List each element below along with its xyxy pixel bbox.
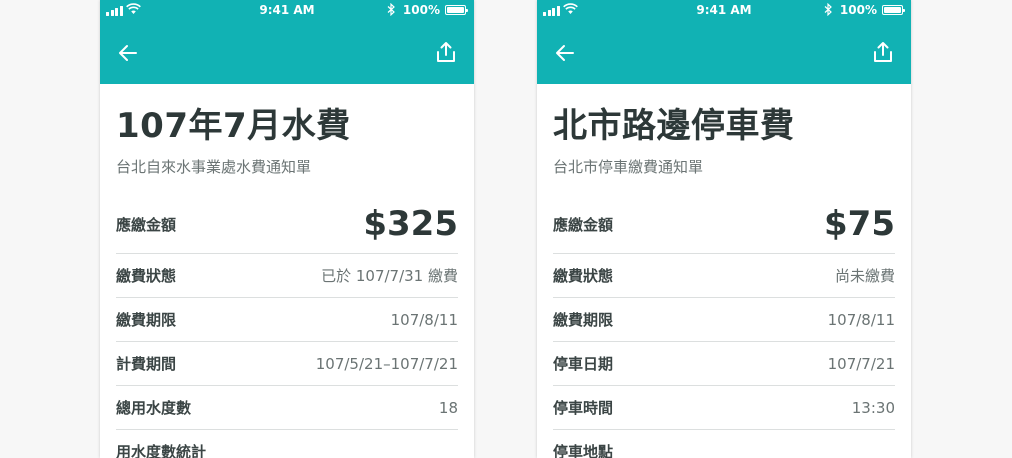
back-button[interactable]	[553, 41, 577, 65]
detail-label: 停車日期	[553, 355, 614, 373]
detail-label: 總用水度數	[116, 399, 192, 417]
detail-row-usage-statistics[interactable]: 用水度數統計	[116, 430, 458, 458]
share-button[interactable]	[434, 40, 458, 64]
battery-percentage: 100%	[402, 3, 440, 17]
detail-row-parking-time: 停車時間 13:30	[553, 386, 895, 430]
detail-value: 107/8/11	[827, 310, 895, 329]
detail-row-parking-location: 停車地點	[553, 430, 895, 458]
bill-detail: 107年7月水費 台北自來水事業處水費通知單 應繳金額 $325 繳費狀態 已於…	[100, 84, 474, 458]
app-bar: 9:41 AM 100%	[100, 0, 474, 84]
page-subtitle: 台北自來水事業處水費通知單	[116, 158, 312, 176]
detail-row-total-usage: 總用水度數 18	[116, 386, 458, 430]
detail-value: 107/8/11	[390, 310, 458, 329]
arrow-left-icon	[556, 45, 574, 61]
detail-label: 繳費狀態	[116, 267, 177, 285]
status-bar: 9:41 AM 100%	[100, 0, 474, 22]
amount-due-label: 應繳金額	[116, 215, 177, 234]
detail-label: 停車時間	[553, 399, 614, 417]
phone-screen-parking-bill: 9:41 AM 100% 北市路邊停車費 台北市停車繳費通知單 應繳金額 $75…	[537, 0, 911, 458]
share-button[interactable]	[871, 40, 895, 64]
bluetooth-icon	[387, 3, 395, 16]
detail-label: 繳費狀態	[553, 267, 614, 285]
app-bar: 9:41 AM 100%	[537, 0, 911, 84]
share-icon	[437, 42, 455, 62]
page-title: 107年7月水費	[116, 106, 351, 146]
amount-due-row: 應繳金額 $75	[553, 195, 895, 254]
detail-row-payment-status: 繳費狀態 已於 107/7/31 繳費	[116, 254, 458, 298]
detail-label: 繳費期限	[116, 311, 177, 329]
amount-due-value: $325	[363, 204, 458, 244]
detail-value: 107/5/21–107/7/21	[315, 354, 458, 373]
detail-value: 18	[438, 398, 458, 417]
phone-screen-water-bill: 9:41 AM 100% 107年7月水費 台北自來水事業處水費通知單 應繳金額…	[100, 0, 474, 458]
detail-row-billing-period: 計費期間 107/5/21–107/7/21	[116, 342, 458, 386]
bluetooth-icon	[824, 3, 832, 16]
page-subtitle: 台北市停車繳費通知單	[553, 158, 704, 176]
detail-row-due-date: 繳費期限 107/8/11	[116, 298, 458, 342]
detail-value: 已於 107/7/31 繳費	[321, 267, 458, 285]
detail-label: 計費期間	[116, 355, 177, 373]
battery-icon	[445, 5, 468, 15]
arrow-left-icon	[119, 45, 137, 61]
share-icon	[874, 42, 892, 62]
detail-label: 用水度數統計	[116, 443, 207, 458]
battery-icon	[882, 5, 905, 15]
detail-value: 13:30	[851, 398, 895, 417]
detail-row-due-date: 繳費期限 107/8/11	[553, 298, 895, 342]
amount-due-row: 應繳金額 $325	[116, 195, 458, 254]
detail-row-parking-date: 停車日期 107/7/21	[553, 342, 895, 386]
detail-value: 107/7/21	[827, 354, 895, 373]
battery-percentage: 100%	[839, 3, 877, 17]
status-bar: 9:41 AM 100%	[537, 0, 911, 22]
detail-label: 停車地點	[553, 443, 614, 458]
detail-row-payment-status: 繳費狀態 尚未繳費	[553, 254, 895, 298]
amount-due-value: $75	[824, 204, 895, 244]
detail-value: 尚未繳費	[834, 267, 895, 285]
detail-label: 繳費期限	[553, 311, 614, 329]
amount-due-label: 應繳金額	[553, 215, 614, 234]
back-button[interactable]	[116, 41, 140, 65]
bill-detail: 北市路邊停車費 台北市停車繳費通知單 應繳金額 $75 繳費狀態 尚未繳費 繳費…	[537, 84, 911, 458]
page-title: 北市路邊停車費	[553, 106, 795, 146]
